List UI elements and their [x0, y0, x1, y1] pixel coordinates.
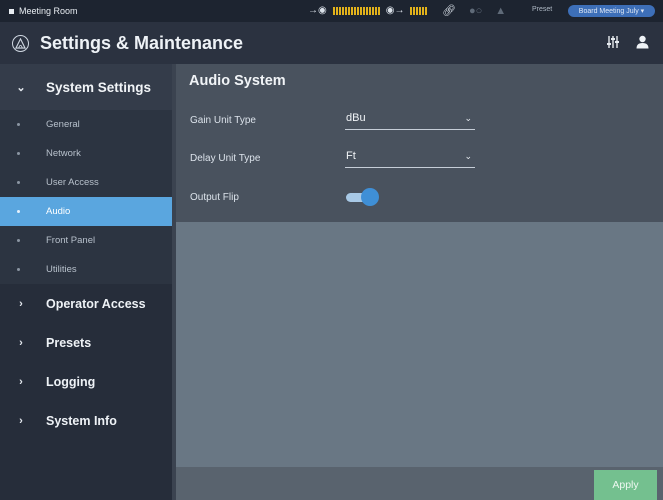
gain-unit-label: Gain Unit Type: [190, 115, 256, 126]
sidebar-item-label: User Access: [46, 177, 99, 188]
sidebar-item-network[interactable]: Network: [0, 139, 172, 168]
footer-bar: [176, 467, 663, 500]
sidebar-section-operator-access[interactable]: › Operator Access: [0, 284, 172, 323]
delay-unit-value: Ft: [346, 150, 356, 162]
bullet-icon: [17, 210, 20, 213]
sidebar-item-label: Audio: [46, 206, 71, 217]
output-flip-label: Output Flip: [190, 192, 239, 203]
sidebar-section-logging[interactable]: › Logging: [0, 362, 172, 401]
sidebar-section-presets[interactable]: › Presets: [0, 323, 172, 362]
level-meters: →◉ ◉→: [308, 5, 428, 16]
gain-unit-value: dBu: [346, 112, 366, 124]
sidebar-section-system-settings[interactable]: ⌄ System Settings: [0, 64, 172, 110]
toggle-indicator-icon: ●○: [468, 4, 483, 17]
apply-button[interactable]: Apply: [594, 470, 657, 500]
status-bar: Meeting Room →◉ ◉→ 🔗︎ ●○ ▲ Preset Board …: [0, 0, 663, 22]
sidebar-item-label: Network: [46, 148, 81, 159]
sidebar-section-label: Logging: [46, 374, 96, 389]
sidebar-section-label: System Info: [46, 413, 117, 428]
logo-icon: [12, 34, 29, 52]
audio-system-panel: Audio System Gain Unit Type dBu ⌄ Delay …: [176, 64, 663, 222]
sidebar-item-general[interactable]: General: [0, 110, 172, 139]
sidebar: ⌄ System Settings General Network User A…: [0, 64, 172, 500]
bullet-icon: [17, 152, 20, 155]
bullet-icon: [17, 239, 20, 242]
bullet-icon: [17, 123, 20, 126]
preset-label: Preset: [532, 6, 553, 13]
page-title: Settings & Maintenance: [40, 32, 244, 53]
link-icon[interactable]: 🔗︎: [442, 4, 456, 17]
sidebar-section-label: Operator Access: [46, 296, 146, 311]
room-square-icon: [9, 8, 14, 14]
chevron-down-icon: ⌄: [16, 81, 26, 94]
gain-unit-select[interactable]: dBu ⌄: [345, 110, 475, 130]
main-content: Audio System Gain Unit Type dBu ⌄ Delay …: [176, 64, 663, 500]
warning-icon[interactable]: ▲: [495, 5, 506, 17]
user-icon[interactable]: [636, 35, 649, 49]
sidebar-item-front-panel[interactable]: Front Panel: [0, 226, 172, 255]
chevron-down-icon: ⌄: [464, 113, 472, 123]
chevron-right-icon: ›: [19, 336, 23, 349]
sidebar-item-user-access[interactable]: User Access: [0, 168, 172, 197]
delay-unit-select[interactable]: Ft ⌄: [345, 148, 475, 168]
chevron-right-icon: ›: [19, 375, 23, 388]
panel-title: Audio System: [189, 73, 286, 89]
sidebar-item-audio[interactable]: Audio: [0, 197, 172, 226]
sidebar-item-label: Front Panel: [46, 235, 96, 246]
status-icons: 🔗︎ ●○ ▲: [442, 4, 506, 18]
output-flip-toggle[interactable]: [346, 188, 380, 206]
mixer-sliders-icon[interactable]: [606, 35, 620, 49]
sidebar-item-utilities[interactable]: Utilities: [0, 255, 172, 284]
sidebar-section-label: System Settings: [46, 79, 152, 95]
bullet-icon: [17, 181, 20, 184]
output-meter: [410, 6, 428, 15]
input-arrow-icon: →◉: [308, 5, 327, 16]
app-header: Settings & Maintenance: [0, 22, 663, 64]
sidebar-item-label: General: [46, 119, 80, 130]
input-meter: [332, 6, 380, 15]
delay-unit-label: Delay Unit Type: [190, 153, 261, 164]
sidebar-section-label: Presets: [46, 335, 92, 350]
room-name: Meeting Room: [19, 6, 78, 16]
sidebar-item-label: Utilities: [46, 264, 77, 275]
chevron-down-icon: ⌄: [464, 151, 472, 161]
sidebar-section-system-info[interactable]: › System Info: [0, 401, 172, 440]
output-arrow-icon: ◉→: [385, 5, 405, 16]
chevron-right-icon: ›: [19, 297, 23, 310]
room-indicator: Meeting Room: [9, 6, 78, 16]
bullet-icon: [17, 268, 20, 271]
toggle-knob: [361, 188, 379, 206]
preset-selector[interactable]: Board Meeting July ▾: [568, 5, 655, 17]
chevron-right-icon: ›: [19, 414, 23, 427]
